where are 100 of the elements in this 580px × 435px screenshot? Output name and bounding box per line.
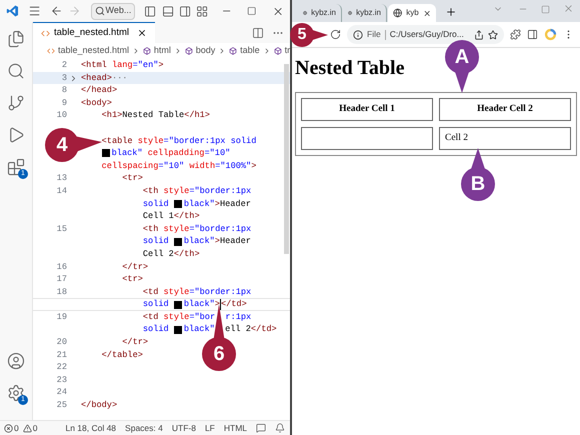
code-token: Cell 2 [142, 248, 174, 260]
close-icon[interactable] [422, 8, 431, 18]
code-token: > [214, 198, 220, 210]
chevron-icon [132, 46, 140, 54]
extensions-icon[interactable] [7, 158, 25, 176]
code-token: <tr> [121, 273, 143, 286]
search-icon [94, 6, 104, 16]
status-item[interactable]: LF [204, 422, 215, 434]
line-number: 21 [56, 350, 67, 360]
account-icon[interactable] [7, 352, 25, 370]
warning-count[interactable]: 0 [32, 422, 38, 434]
line-number: 16 [56, 262, 67, 272]
line-number: 20 [56, 337, 67, 348]
settings-icon[interactable] [7, 384, 25, 402]
error-count[interactable]: 0 [14, 422, 19, 434]
color-swatch-icon[interactable] [174, 326, 182, 334]
color-swatch-icon[interactable] [174, 300, 182, 309]
globe-icon [393, 8, 402, 18]
code-token: ell 2 [225, 323, 251, 336]
code-token: style [164, 286, 190, 298]
code-token: <td [142, 310, 160, 324]
code-token: <html [81, 59, 108, 72]
bell-icon[interactable] [275, 423, 286, 433]
star-icon[interactable] [488, 30, 498, 40]
app-logo-icon[interactable] [6, 4, 20, 18]
code-token: > [251, 160, 256, 172]
panel-toggle-icon[interactable] [178, 4, 191, 18]
status-item[interactable]: Spaces: 4 [125, 422, 163, 434]
code-token: > [158, 59, 164, 72]
status-item[interactable]: Ln 18, Col 48 [65, 422, 116, 434]
code-token: <body> [81, 96, 112, 110]
address-bar[interactable]: File C:/Users/Guy/Dro... [347, 25, 504, 44]
status-item[interactable]: HTML [224, 422, 248, 434]
run-icon[interactable] [7, 126, 25, 144]
line-number: 8 [62, 85, 67, 96]
breadcrumb-item[interactable]: table_nested.html [58, 44, 129, 58]
code-token: > [214, 298, 220, 311]
code-token: </td> [220, 298, 247, 311]
search-field[interactable]: Web... [90, 2, 136, 20]
code-token: black" [184, 198, 215, 210]
scrollbar[interactable] [284, 64, 289, 254]
code-token: solid [142, 298, 170, 311]
code-token: cellspacing [102, 160, 158, 172]
share-icon[interactable] [474, 30, 484, 40]
breadcrumb-item[interactable]: table [240, 44, 260, 58]
browser-tab[interactable]: kyb [388, 4, 436, 22]
panel-toggle-icon[interactable] [144, 4, 157, 18]
avatar-icon[interactable] [544, 28, 557, 41]
code-token: cellpadding [148, 147, 204, 160]
fold-chevron-icon[interactable] [69, 74, 78, 83]
feedback-icon[interactable] [256, 423, 266, 433]
code-token: ="en" [132, 59, 158, 72]
side-panel-icon[interactable] [527, 29, 538, 40]
page-heading: Nested Table [295, 56, 404, 81]
editor-tab[interactable]: table_nested.html [33, 22, 155, 43]
close-icon[interactable] [137, 28, 147, 38]
line-number: 25 [56, 400, 67, 410]
info-icon[interactable] [353, 30, 363, 40]
code-token: ="bor [189, 310, 216, 324]
globe-icon [303, 8, 308, 18]
menu-icon[interactable] [28, 4, 42, 18]
maximize-icon[interactable] [247, 6, 257, 16]
puzzle-icon[interactable] [510, 29, 521, 40]
code-token: <td [142, 286, 160, 298]
reload-icon[interactable] [330, 29, 341, 40]
error-icon[interactable] [4, 424, 13, 432]
html-file-icon [41, 28, 50, 38]
split-editor-icon[interactable] [252, 26, 264, 38]
breadcrumb-item[interactable]: tr [284, 44, 290, 58]
branch-icon[interactable] [7, 94, 25, 112]
warning-icon[interactable] [22, 424, 32, 432]
files-icon[interactable] [7, 30, 25, 48]
line-number: 3 [62, 72, 67, 83]
color-swatch-icon[interactable] [174, 238, 182, 246]
code-token: </th> [174, 248, 200, 260]
code-token: </tr> [121, 336, 148, 349]
new-tab-icon[interactable] [445, 6, 457, 18]
element-icon [184, 46, 193, 54]
code-token: ="border:1px [189, 286, 252, 298]
code-token: style [164, 222, 190, 236]
layout-icon[interactable] [196, 4, 208, 18]
line-number: 22 [56, 362, 67, 372]
code-token: r:1px [225, 310, 252, 324]
code-token: </h1> [184, 109, 210, 122]
panel-toggle-icon[interactable] [162, 4, 174, 18]
back-arrow-icon[interactable] [50, 4, 64, 18]
line-number: 17 [56, 274, 67, 284]
color-swatch-icon[interactable] [174, 200, 182, 208]
status-item[interactable]: UTF-8 [172, 422, 196, 434]
breadcrumb-item[interactable]: body [196, 44, 216, 58]
search-icon[interactable] [7, 62, 25, 80]
code-token: solid [142, 198, 170, 210]
code-token: ="border:1px [189, 222, 252, 236]
code-token: solid [142, 323, 170, 336]
code-token: style [164, 184, 190, 198]
code-token: Header [220, 235, 251, 248]
html-file-icon [47, 46, 55, 54]
breadcrumb-item[interactable]: html [154, 44, 171, 58]
text-cursor [220, 299, 221, 310]
color-swatch-icon[interactable] [102, 149, 110, 158]
